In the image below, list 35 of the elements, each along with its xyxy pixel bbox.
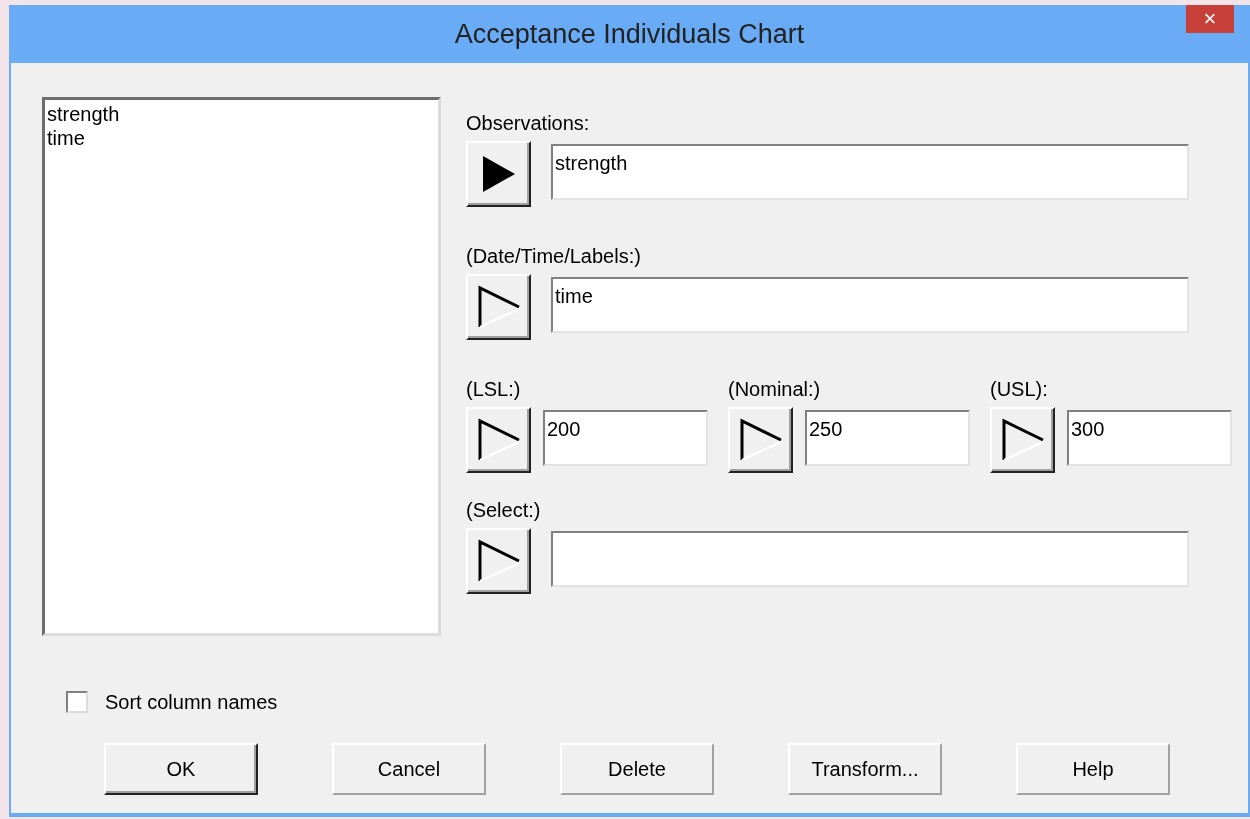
input-field[interactable]: time xyxy=(551,277,1189,333)
dialog-button[interactable]: Cancel xyxy=(332,743,486,795)
play-icon xyxy=(480,154,517,194)
field-label: Observations: xyxy=(466,111,591,135)
arrow-button[interactable] xyxy=(466,407,531,473)
triangle-icon xyxy=(476,539,521,583)
arrow-button[interactable] xyxy=(466,274,531,340)
checkbox-label: Sort column names xyxy=(105,690,278,715)
triangle-icon xyxy=(476,418,521,462)
dialog-button[interactable]: Delete xyxy=(560,743,714,795)
triangle-icon xyxy=(476,285,521,329)
window-title: Acceptance Individuals Chart xyxy=(454,17,805,51)
field-label: (Date/Time/Labels:) xyxy=(466,244,642,268)
dialog-button[interactable]: Help xyxy=(1016,743,1170,795)
input-field[interactable] xyxy=(551,531,1189,587)
dialog-button[interactable]: OK xyxy=(104,743,258,795)
arrow-button[interactable] xyxy=(728,407,793,473)
close-button[interactable]: × xyxy=(1186,5,1234,33)
field-label: (Select:) xyxy=(466,498,542,522)
field-label: (Nominal:) xyxy=(728,377,822,401)
arrow-button[interactable] xyxy=(466,528,531,594)
list-item[interactable]: strength xyxy=(47,102,438,126)
field-label: (LSL:) xyxy=(466,377,522,401)
input-field[interactable]: strength xyxy=(551,144,1189,200)
arrow-button[interactable] xyxy=(990,407,1055,473)
input-field[interactable]: 250 xyxy=(805,410,970,466)
triangle-icon xyxy=(1000,418,1045,462)
input-field[interactable]: 300 xyxy=(1067,410,1232,466)
list-item[interactable]: time xyxy=(47,126,438,150)
input-field[interactable]: 200 xyxy=(543,410,708,466)
field-label: (USL): xyxy=(990,377,1049,401)
checkbox[interactable] xyxy=(66,691,88,713)
arrow-button[interactable] xyxy=(466,141,531,207)
triangle-icon xyxy=(738,418,783,462)
dialog-button[interactable]: Transform... xyxy=(788,743,942,795)
